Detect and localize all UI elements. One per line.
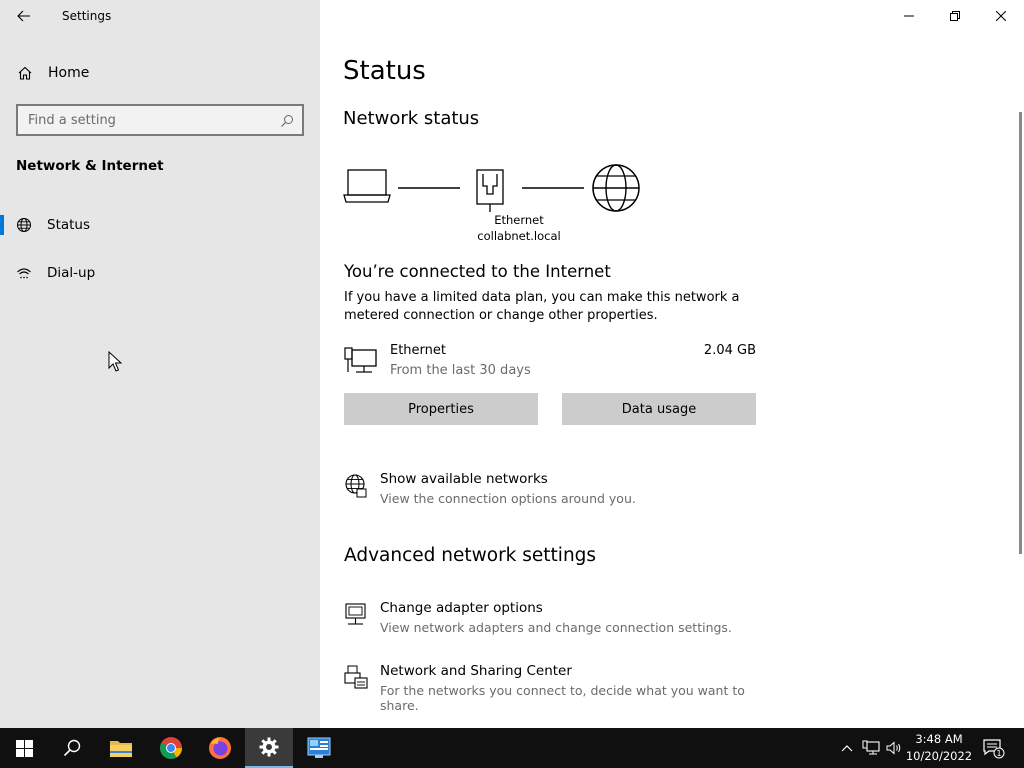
chrome-icon	[160, 737, 182, 759]
globe-network-icon	[344, 473, 368, 498]
chevron-up-icon	[841, 745, 853, 752]
sidebar-item-label: Status	[47, 217, 91, 233]
taskbar-clock[interactable]: 3:48 AM 10/20/2022	[904, 731, 974, 765]
window-controls	[886, 0, 1024, 32]
scrollbar[interactable]	[1019, 112, 1022, 554]
show-networks-label[interactable]: Show available networks	[380, 471, 548, 487]
sidebar-item-dial-up[interactable]: Dial-up	[0, 255, 320, 291]
sidebar-item-label: Dial-up	[47, 265, 96, 281]
sidebar-item-status[interactable]: Status	[0, 207, 320, 243]
search-icon	[63, 739, 81, 757]
firefox-icon	[209, 737, 231, 759]
title-bar: Settings	[0, 0, 320, 32]
search-icon[interactable]	[280, 113, 294, 127]
connected-heading: You’re connected to the Internet	[344, 262, 611, 281]
gear-icon	[259, 737, 279, 757]
sharing-center-label[interactable]: Network and Sharing Center	[380, 663, 572, 679]
data-usage-button[interactable]: Data usage	[562, 393, 756, 425]
advanced-heading: Advanced network settings	[344, 545, 597, 566]
sharing-center-icon	[344, 665, 368, 689]
settings-sidebar: Settings Home Network & Internet Status …	[0, 0, 320, 728]
file-explorer-button[interactable]	[97, 728, 145, 768]
volume-tray-button[interactable]	[884, 728, 904, 768]
adapter-options-description: View network adapters and change connect…	[380, 620, 732, 635]
adapter-label: Ethernet	[494, 213, 544, 227]
home-icon	[17, 65, 33, 81]
nav-home-label: Home	[48, 65, 90, 81]
dial-up-icon	[16, 265, 32, 281]
folder-icon	[110, 741, 132, 757]
settings-taskbar-button[interactable]	[245, 728, 293, 768]
connection-period: From the last 30 days	[390, 363, 531, 378]
monitor-network-icon	[344, 602, 368, 626]
control-panel-icon	[307, 737, 331, 758]
show-networks-description: View the connection options around you.	[380, 491, 636, 506]
restore-button[interactable]	[932, 0, 978, 32]
show-hidden-icons-button[interactable]	[838, 728, 856, 768]
connected-description: If you have a limited data plan, you can…	[344, 290, 740, 323]
notification-count: 1	[996, 749, 1001, 758]
connection-name: Ethernet	[390, 343, 446, 358]
connection-usage: 2.04 GB	[703, 343, 756, 358]
search-input[interactable]	[28, 112, 268, 128]
network-tray-button[interactable]	[860, 728, 882, 768]
windows-logo-icon	[15, 739, 33, 757]
network-tray-icon	[862, 740, 880, 755]
network-status-heading: Network status	[343, 108, 480, 129]
taskbar: 3:48 AM 10/20/2022 1	[0, 728, 1024, 768]
sharing-center-description: For the networks you connect to, decide …	[380, 683, 745, 713]
section-heading: Network & Internet	[16, 158, 164, 174]
show-networks-link[interactable]: Show available networks View the connect…	[344, 471, 784, 511]
clock-date: 10/20/2022	[905, 749, 973, 763]
firefox-button[interactable]	[196, 728, 244, 768]
mouse-cursor-icon	[108, 351, 122, 372]
network-diagram: Ethernet collabnet.local	[343, 160, 663, 250]
nav-home[interactable]: Home	[0, 56, 320, 90]
chrome-button[interactable]	[147, 728, 195, 768]
close-icon	[996, 11, 1006, 21]
adapter-options-label[interactable]: Change adapter options	[380, 600, 543, 616]
adapter-options-link[interactable]: Change adapter options View network adap…	[344, 600, 784, 640]
search-box[interactable]	[16, 104, 304, 136]
app-title: Settings	[62, 9, 112, 23]
ethernet-port-icon	[476, 169, 504, 212]
back-arrow-icon	[17, 10, 30, 22]
clock-time: 3:48 AM	[915, 732, 963, 746]
diagram-label: Ethernet collabnet.local	[469, 212, 569, 244]
action-center-button[interactable]: 1	[976, 728, 1010, 768]
back-button[interactable]	[8, 2, 40, 30]
ethernet-connection-row: Ethernet From the last 30 days 2.04 GB	[344, 342, 756, 382]
close-button[interactable]	[978, 0, 1024, 32]
minimize-button[interactable]	[886, 0, 932, 32]
sharing-center-link[interactable]: Network and Sharing Center For the netwo…	[344, 663, 784, 713]
page-title: Status	[343, 56, 426, 86]
control-panel-button[interactable]	[295, 728, 343, 768]
restore-icon	[950, 11, 960, 21]
laptop-icon	[343, 169, 391, 203]
speaker-icon	[886, 741, 901, 755]
notification-icon: 1	[983, 739, 1005, 759]
main-content: Status Network status Ethernet collabnet…	[320, 0, 1024, 728]
network-name: collabnet.local	[477, 229, 561, 243]
properties-button[interactable]: Properties	[344, 393, 538, 425]
taskbar-search-button[interactable]	[48, 728, 96, 768]
ethernet-adapter-icon	[344, 346, 380, 376]
minimize-icon	[904, 15, 914, 17]
start-button[interactable]	[0, 728, 48, 768]
internet-globe-icon	[592, 164, 640, 212]
globe-status-icon	[16, 217, 32, 233]
